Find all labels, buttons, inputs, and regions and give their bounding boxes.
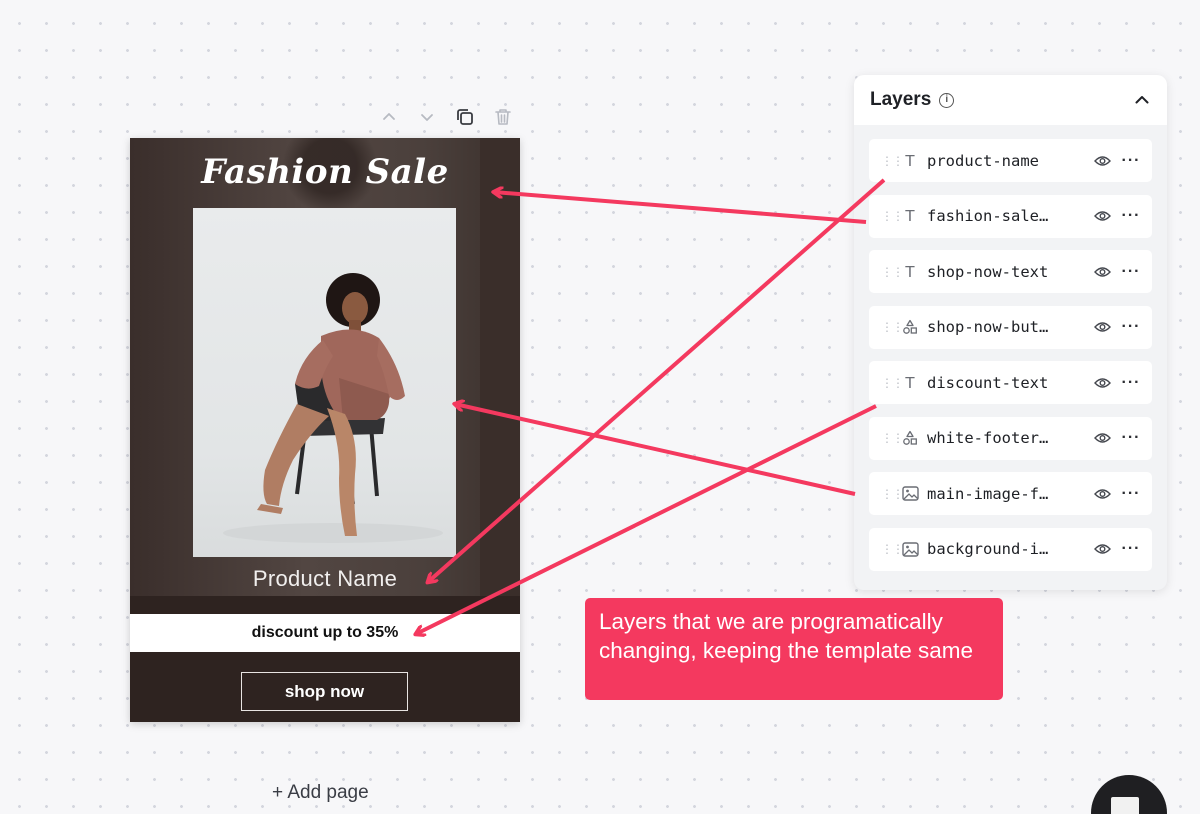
layer-row[interactable]: ⋮⋮ main-image-f… ··· (869, 472, 1152, 515)
text-layer-icon: T (905, 373, 915, 392)
layer-name: fashion-sale… (927, 207, 1049, 225)
drag-handle-icon[interactable]: ⋮⋮ (881, 542, 904, 556)
floating-action-button[interactable] (1091, 775, 1167, 814)
trash-icon (495, 109, 511, 125)
layer-name: discount-text (927, 373, 1049, 392)
more-options-icon[interactable]: ··· (1120, 263, 1142, 281)
more-options-icon[interactable]: ··· (1120, 318, 1142, 336)
background-frame (480, 138, 520, 596)
more-options-icon[interactable]: ··· (1120, 485, 1142, 503)
chevron-down-icon (421, 114, 433, 121)
drag-handle-icon[interactable]: ⋮⋮ (881, 487, 904, 501)
eye-icon[interactable] (1092, 377, 1112, 389)
more-options-icon[interactable]: ··· (1120, 207, 1142, 225)
shop-now-button[interactable]: shop now (241, 672, 408, 711)
product-name-text[interactable]: Product Name (130, 566, 520, 592)
layer-list: ⋮⋮ Tproduct-name ··· ⋮⋮ Tfashion-sale… ··· ⋮⋮ T… (854, 125, 1167, 571)
fashion-sale-title[interactable]: Fashion Sale (130, 152, 520, 192)
layer-row[interactable]: ⋮⋮ Tshop-now-text ··· (869, 250, 1152, 293)
shop-now-text: shop now (284, 681, 365, 701)
collapse-panel-button[interactable] (1133, 91, 1151, 109)
layer-name: background-i… (927, 540, 1049, 558)
duplicate-icon (457, 109, 473, 125)
more-options-icon[interactable]: ··· (1120, 540, 1142, 558)
layer-row[interactable]: ⋮⋮ shop-now-but… ··· (869, 305, 1152, 349)
text-layer-icon: T (905, 151, 915, 170)
drag-handle-icon[interactable]: ⋮⋮ (881, 154, 904, 168)
drag-handle-icon[interactable]: ⋮⋮ (881, 265, 904, 279)
page-toolbar (374, 104, 518, 130)
layer-row[interactable]: ⋮⋮ Tfashion-sale… ··· (869, 194, 1152, 238)
info-icon[interactable]: i (939, 92, 955, 108)
eye-icon[interactable] (1092, 210, 1112, 222)
layers-panel: Layers i ⋮⋮ Tproduct-name ··· ⋮⋮ Tfashion-sa… (854, 75, 1167, 590)
white-footer[interactable]: discount up to 35% (130, 614, 520, 652)
layer-row[interactable]: ⋮⋮ background-i… ··· (869, 527, 1152, 571)
layer-name: main-image-f… (927, 484, 1049, 503)
annotation-callout: Layers that we are programatically chang… (585, 598, 1003, 700)
eye-icon[interactable] (1092, 266, 1112, 278)
layer-name: product-name (927, 151, 1039, 170)
image-layer-icon (901, 541, 919, 557)
layers-title: Layers (870, 89, 932, 110)
model-photo (223, 273, 443, 543)
layer-name: white-footer… (927, 429, 1049, 447)
text-layer-icon: T (905, 262, 915, 281)
shape-layer-icon (901, 319, 919, 335)
move-up-button[interactable] (374, 104, 404, 130)
main-image[interactable] (193, 208, 456, 557)
discount-text[interactable]: discount up to 35% (252, 624, 399, 642)
shape-layer-icon (901, 430, 919, 446)
drag-handle-icon[interactable]: ⋮⋮ (881, 376, 904, 390)
eye-icon[interactable] (1092, 155, 1112, 167)
chevron-up-icon (383, 113, 395, 120)
more-options-icon[interactable]: ··· (1120, 374, 1142, 392)
text-layer-icon: T (905, 207, 915, 225)
layer-row[interactable]: ⋮⋮ white-footer… ··· (869, 416, 1152, 460)
delete-page-button[interactable] (488, 104, 518, 130)
add-page-button[interactable]: + Add page (272, 782, 369, 804)
eye-icon[interactable] (1092, 543, 1112, 555)
image-layer-icon (901, 486, 919, 501)
duplicate-page-button[interactable] (450, 104, 480, 130)
design-page[interactable]: Fashion Sale Product Name discount up to… (130, 138, 520, 722)
layers-header: Layers i (854, 75, 1167, 125)
drag-handle-icon[interactable]: ⋮⋮ (881, 431, 904, 445)
layer-row[interactable]: ⋮⋮ Tproduct-name ··· (869, 139, 1152, 182)
eye-icon[interactable] (1092, 488, 1112, 500)
page-icon (1111, 797, 1139, 814)
drag-handle-icon[interactable]: ⋮⋮ (881, 209, 904, 223)
move-down-button[interactable] (412, 104, 442, 130)
layer-row[interactable]: ⋮⋮ Tdiscount-text ··· (869, 361, 1152, 404)
eye-icon[interactable] (1092, 321, 1112, 333)
more-options-icon[interactable]: ··· (1120, 152, 1142, 170)
layer-name: shop-now-but… (927, 318, 1049, 336)
chevron-up-icon (1135, 96, 1149, 104)
layer-name: shop-now-text (927, 262, 1049, 281)
more-options-icon[interactable]: ··· (1120, 429, 1142, 447)
eye-icon[interactable] (1092, 432, 1112, 444)
drag-handle-icon[interactable]: ⋮⋮ (881, 320, 904, 334)
arrow-fashion-sale (494, 192, 867, 224)
